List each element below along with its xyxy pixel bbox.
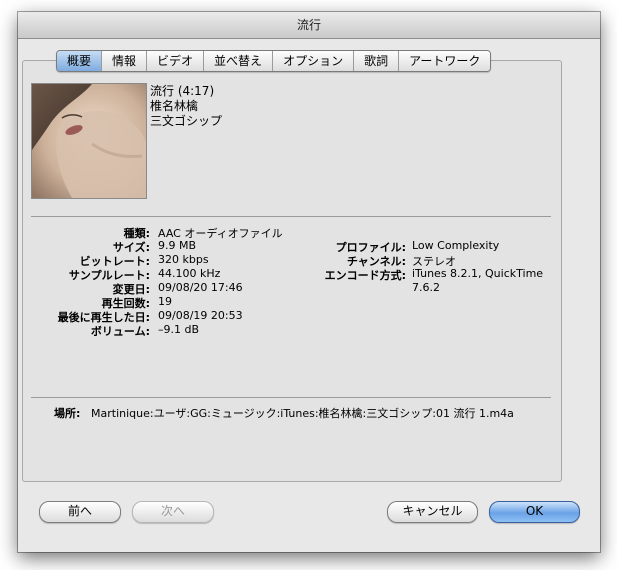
tab-summary[interactable]: 概要: [57, 51, 102, 71]
encoder-value: iTunes 8.2.1, QuickTime: [412, 267, 544, 280]
tab-sorting[interactable]: 並べ替え: [203, 51, 273, 71]
tab-artwork[interactable]: アートワーク: [398, 51, 491, 71]
volume-label: ボリューム:: [90, 325, 150, 338]
album-artwork: [31, 83, 147, 199]
playcount-value: 19: [158, 295, 172, 308]
window-title: 流行: [18, 12, 600, 39]
ok-button[interactable]: OK: [489, 501, 580, 523]
tab-bar: 概要 情報 ビデオ 並べ替え オプション 歌詞 アートワーク: [56, 50, 492, 72]
modified-value: 09/08/20 17:46: [158, 281, 243, 294]
tab-video[interactable]: ビデオ: [146, 51, 204, 71]
divider: [31, 216, 551, 217]
track-album: 三文ゴシップ: [150, 114, 223, 128]
track-artist: 椎名林檎: [150, 99, 199, 113]
tab-info[interactable]: 情報: [101, 51, 147, 71]
profile-value: Low Complexity: [412, 239, 500, 252]
location-value: Martinique:ユーザ:GG:ミュージック:iTunes:椎名林檎:三文ゴ…: [91, 407, 514, 420]
encoder-value-cont: 7.6.2: [412, 281, 440, 294]
next-button[interactable]: 次へ: [132, 501, 214, 523]
divider: [31, 397, 551, 398]
lastplayed-value: 09/08/19 20:53: [158, 309, 243, 322]
previous-button[interactable]: 前へ: [39, 501, 121, 523]
bitrate-value: 320 kbps: [158, 253, 209, 266]
samplerate-value: 44.100 kHz: [158, 267, 221, 280]
cancel-button[interactable]: キャンセル: [387, 501, 478, 523]
encoder-label: エンコード方式:: [324, 269, 406, 282]
volume-value: –9.1 dB: [158, 323, 200, 336]
track-title: 流行 (4:17): [150, 84, 215, 98]
location-label: 場所:: [54, 407, 81, 420]
tab-lyrics[interactable]: 歌詞: [353, 51, 399, 71]
tab-options[interactable]: オプション: [272, 51, 354, 71]
track-summary: 流行 (4:17) 椎名林檎 三文ゴシップ: [150, 84, 222, 129]
size-value: 9.9 MB: [158, 239, 197, 252]
